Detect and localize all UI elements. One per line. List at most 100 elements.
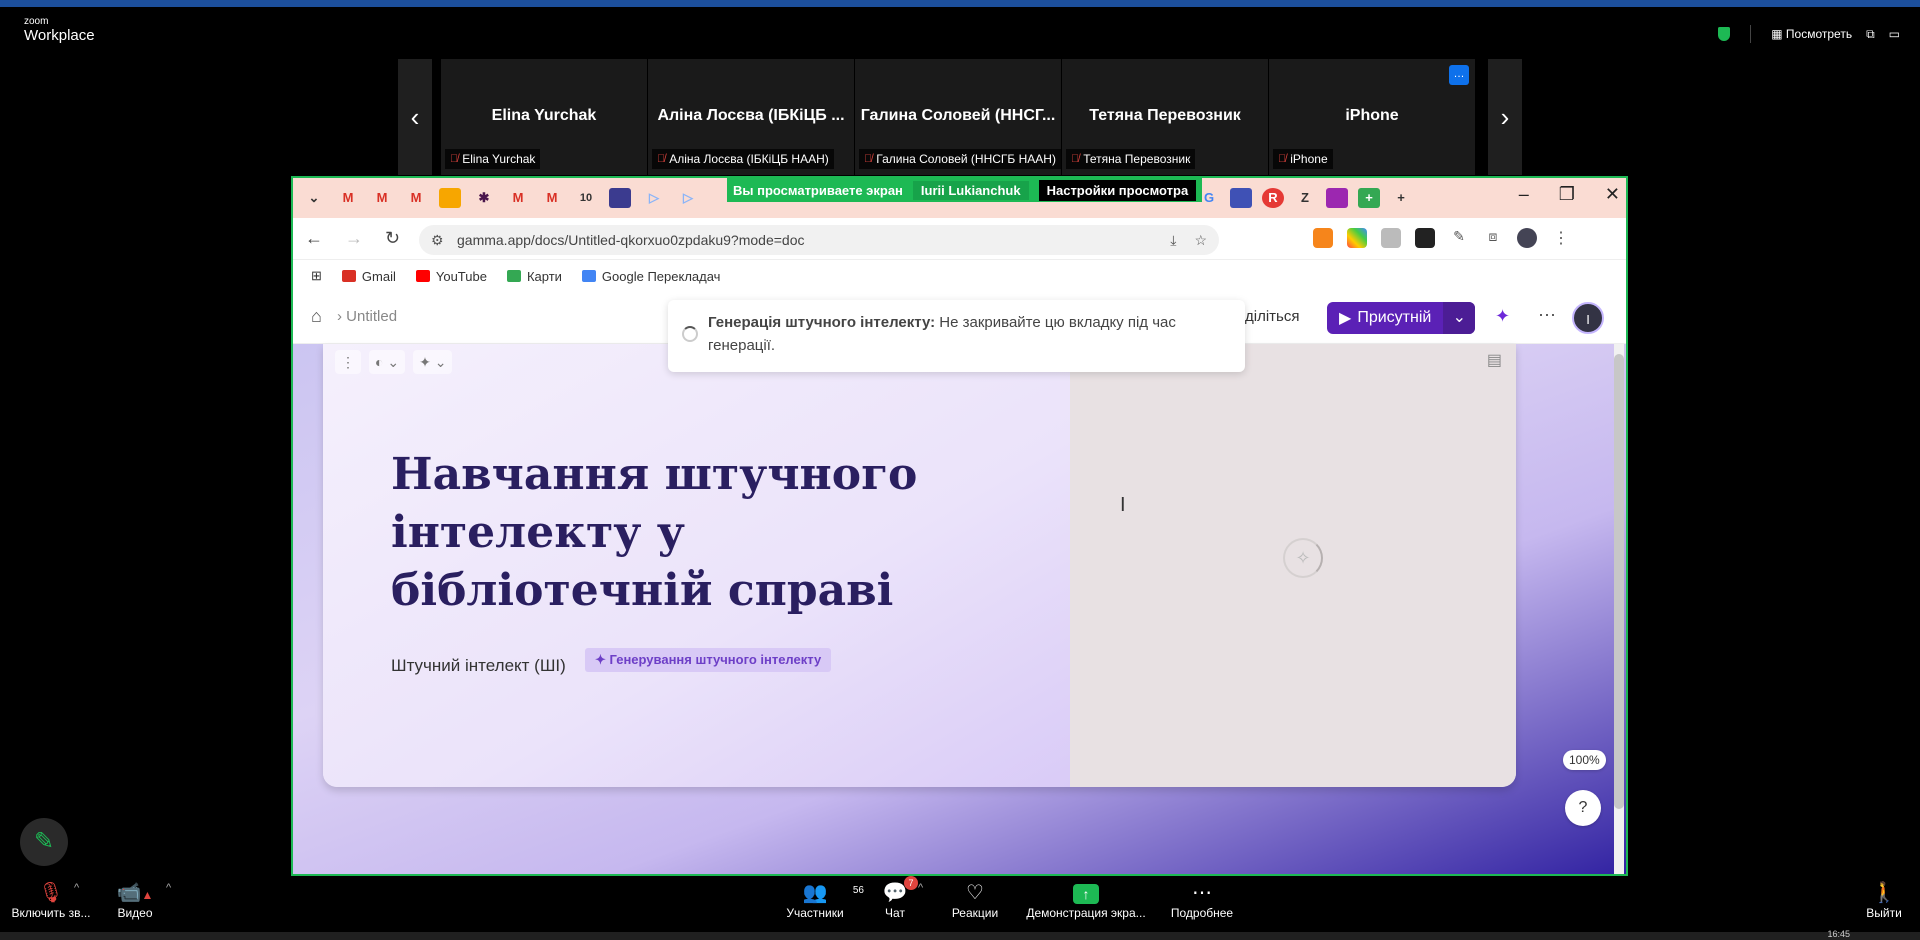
scrollbar-thumb[interactable] — [1614, 354, 1624, 809]
annotate-pencil-button[interactable]: ✎ — [20, 818, 68, 866]
bookmark-youtube[interactable]: YouTube — [415, 269, 487, 284]
play-tab-icon[interactable]: ▷ — [643, 188, 665, 208]
ai-edit-icon[interactable]: ✦ ⌄ — [413, 350, 453, 374]
participants-button[interactable]: 👥 56 Участники — [780, 880, 864, 920]
gallery-prev-button[interactable]: ‹ — [398, 59, 432, 175]
tab-icon[interactable] — [1230, 188, 1252, 208]
participant-tile[interactable]: Галина Соловей (ННСГ... 🎙̸ Галина Соловей… — [854, 59, 1061, 175]
screen-share-banner: Вы просматриваете экран Iurii Lukianchuk… — [727, 178, 1203, 202]
screen-switch-icon[interactable]: ⧉ — [1866, 27, 1875, 42]
participant-tile[interactable]: … iPhone 🎙̸ iPhone — [1268, 59, 1475, 175]
theme-palette-icon[interactable]: ◐ ⌄ — [369, 350, 406, 374]
bookmarks-bar: ⊞ Gmail YouTube Карти Google Перекладач — [293, 260, 1626, 292]
ai-generating-chip: ✦ Генерування штучного інтелекту — [585, 648, 832, 672]
restore-icon[interactable]: ❐ — [1559, 184, 1575, 205]
extension-icon[interactable] — [1381, 228, 1401, 248]
tab-icon[interactable]: Z — [1294, 188, 1316, 208]
bookmark-gmail[interactable]: Gmail — [341, 269, 396, 284]
chevron-up-icon[interactable]: ^ — [74, 882, 79, 894]
new-tab-icon[interactable]: + — [1390, 188, 1412, 208]
avatar[interactable]: I — [1572, 302, 1604, 334]
gmail-tab-icon[interactable]: M — [541, 188, 563, 208]
card-title[interactable]: Навчання штучного інтелекту у бібліотечн… — [391, 446, 951, 620]
profile-icon[interactable] — [1517, 228, 1537, 248]
bookmark-maps[interactable]: Карти — [506, 269, 562, 284]
play-tab-icon[interactable]: ▷ — [677, 188, 699, 208]
presenter-name: Iurii Lukianchuk — [912, 180, 1029, 200]
participant-tile[interactable]: Тетяна Перевозник 🎙̸ Тетяна Перевозник — [1061, 59, 1268, 175]
video-button[interactable]: 📹▲ Видео — [110, 880, 160, 920]
tab-icon[interactable]: R — [1262, 188, 1284, 208]
view-settings-button[interactable]: Настройки просмотра — [1038, 179, 1197, 201]
chat-badge: 7 — [904, 876, 918, 890]
minimize-icon[interactable]: – — [1519, 184, 1529, 205]
share-screen-button[interactable]: ↑ Демонстрация экра... — [1024, 880, 1148, 920]
chat-button[interactable]: 💬 7 Чат — [878, 876, 918, 920]
video-label: Видео — [117, 906, 153, 920]
bookmark-star-icon[interactable]: ☆ — [1194, 225, 1207, 255]
gmail-tab-icon[interactable]: M — [371, 188, 393, 208]
tab-icon[interactable] — [1326, 188, 1348, 208]
kebab-menu-icon[interactable]: ⋮ — [1551, 228, 1571, 248]
tab-icon[interactable] — [609, 188, 631, 208]
notes-icon[interactable]: ▤ — [1487, 350, 1502, 370]
install-icon[interactable]: ⤓ — [1170, 225, 1176, 255]
participant-name: Галина Соловей (ННСГ... — [860, 107, 1056, 124]
puzzle-icon[interactable]: ⧈ — [1483, 228, 1503, 248]
present-button[interactable]: ▶ Присутній ⌄ — [1327, 302, 1476, 334]
reload-icon[interactable]: ↻ — [385, 228, 400, 249]
chevron-down-icon[interactable]: ⌄ — [1443, 302, 1476, 334]
chevron-up-icon[interactable]: ^ — [918, 882, 923, 894]
more-options-icon[interactable]: … — [1449, 65, 1469, 85]
forward-icon[interactable]: → — [345, 228, 363, 249]
tab-icon[interactable]: 10 — [575, 188, 597, 208]
gallery-next-button[interactable]: › — [1488, 59, 1522, 175]
card-image-placeholder[interactable]: ▤ I ✧ — [1070, 344, 1516, 787]
metamask-icon[interactable] — [1313, 228, 1333, 248]
loading-spinner-icon — [682, 326, 698, 342]
extension-icon[interactable] — [1415, 228, 1435, 248]
share-button[interactable]: діліться — [1245, 308, 1299, 325]
leave-button[interactable]: 🚶 Выйти — [1862, 880, 1906, 920]
card-subtitle[interactable]: Штучний інтелект (ШІ) — [391, 656, 566, 676]
chevron-up-icon[interactable]: ^ — [166, 882, 171, 894]
mute-button[interactable]: 🎙 Включить зв... — [10, 880, 92, 920]
more-icon[interactable]: ··· — [1538, 304, 1556, 325]
participant-tile[interactable]: Elina Yurchak 🎙̸ Elina Yurchak — [440, 59, 647, 175]
tab-search-icon[interactable]: ⌄ — [303, 188, 325, 208]
more-button[interactable]: ⋯ Подробнее — [1168, 880, 1236, 920]
ai-sparkle-icon[interactable]: ✦ — [1495, 306, 1510, 327]
security-shield-icon[interactable] — [1718, 27, 1731, 41]
participant-name: Тетяна Перевозник — [1089, 107, 1241, 124]
youtube-icon — [415, 270, 430, 282]
breadcrumb[interactable]: › Untitled — [337, 308, 397, 325]
pen-icon[interactable]: ✎ — [1449, 228, 1469, 248]
url-input[interactable]: ⚙ gamma.app/docs/Untitled-qkorxuo0zpdaku… — [419, 225, 1219, 255]
zoom-level[interactable]: 100% — [1563, 750, 1606, 770]
extension-icon[interactable] — [1347, 228, 1367, 248]
view-label: Посмотреть — [1785, 27, 1853, 41]
bookmark-translate[interactable]: Google Перекладач — [581, 269, 720, 284]
help-button[interactable]: ? — [1565, 790, 1601, 826]
sheets-tab-icon[interactable]: + — [1358, 188, 1380, 208]
site-settings-icon[interactable]: ⚙ — [431, 225, 444, 255]
back-icon[interactable]: ← — [305, 228, 323, 249]
gmail-tab-icon[interactable]: M — [507, 188, 529, 208]
participant-tag: 🎙̸ iPhone — [1273, 149, 1333, 169]
slack-tab-icon[interactable]: ✱ — [473, 188, 495, 208]
window-icon[interactable]: ▭ — [1889, 27, 1900, 41]
leave-icon: 🚶 — [1871, 882, 1897, 904]
apps-grid-icon[interactable]: ⊞ — [311, 268, 322, 284]
mic-muted-icon: 🎙̸ — [864, 153, 873, 165]
gmail-tab-icon[interactable]: M — [405, 188, 427, 208]
gmail-tab-icon[interactable]: M — [337, 188, 359, 208]
reactions-button[interactable]: ♡ Реакции — [946, 880, 1004, 920]
participant-tag-text: iPhone — [1290, 152, 1328, 166]
participant-tile[interactable]: Аліна Лосєва (ІБКіЦБ ... 🎙̸ Аліна Лосєва … — [647, 59, 854, 175]
home-icon[interactable]: ⌂ — [311, 306, 322, 327]
drag-handle-icon[interactable]: ⋮ — [335, 350, 361, 374]
slides-tab-icon[interactable] — [439, 188, 461, 208]
view-button[interactable]: ▦ Посмотреть — [1771, 27, 1852, 41]
ai-generation-toast: Генерація штучного інтелекту: Не закрива… — [668, 300, 1245, 372]
close-icon[interactable]: ✕ — [1605, 184, 1620, 205]
